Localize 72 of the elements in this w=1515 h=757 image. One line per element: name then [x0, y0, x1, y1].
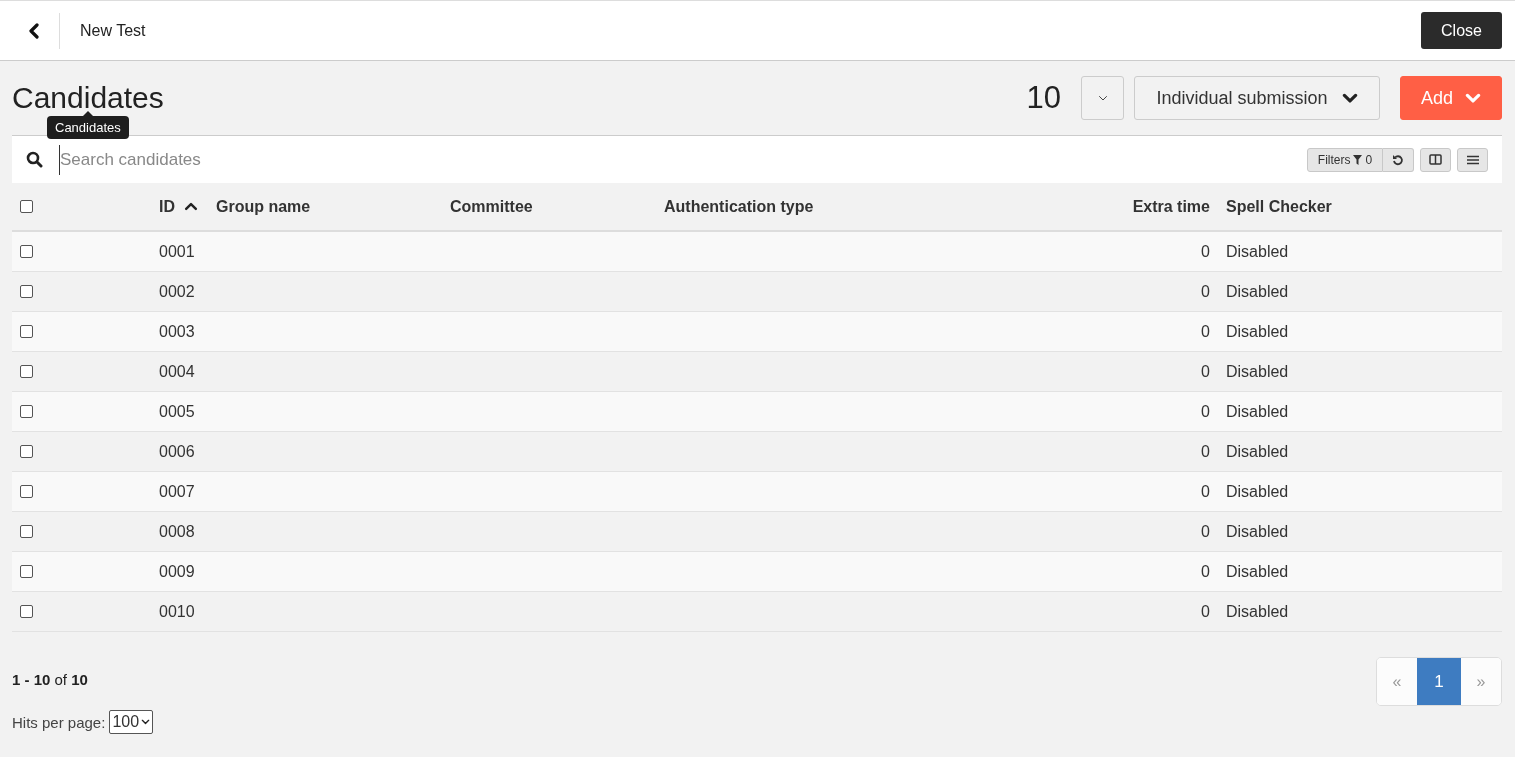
hits-per-page-select[interactable]: 100 — [109, 710, 154, 734]
checkbox[interactable] — [20, 605, 33, 618]
filters-button[interactable]: Filters 0 — [1307, 147, 1383, 172]
table-cell: 0 — [1201, 522, 1210, 541]
checkbox[interactable] — [20, 200, 33, 213]
table-cell: 0009 — [159, 562, 195, 581]
column-header[interactable]: Group name — [210, 197, 444, 216]
results-summary: 1 - 10 of 10 — [12, 671, 89, 688]
table-cell: Disabled — [1226, 362, 1289, 381]
page-title: Candidates — [12, 83, 164, 113]
table-cell: Disabled — [1226, 602, 1289, 621]
checkbox[interactable] — [20, 565, 33, 578]
chevron-down-icon — [141, 719, 151, 725]
column-header[interactable]: ID — [145, 197, 210, 216]
table-cell: 0 — [1201, 562, 1210, 581]
checkbox[interactable] — [20, 325, 33, 338]
refresh-icon — [1392, 153, 1404, 166]
page-button[interactable]: 1 — [1417, 658, 1461, 705]
table-cell: Disabled — [1226, 242, 1289, 261]
table-cell: 0003 — [159, 322, 195, 341]
table-cell: Disabled — [1226, 522, 1289, 541]
candidate-count: 10 — [1026, 80, 1061, 116]
reset-button[interactable] — [1383, 147, 1414, 172]
table-cell: 0 — [1201, 602, 1210, 621]
table-cell: 0 — [1201, 482, 1210, 501]
menu-button[interactable] — [1457, 147, 1488, 172]
page-header-title: New Test — [80, 21, 147, 40]
table-cell: 0001 — [159, 242, 195, 261]
table-cell: 0008 — [159, 522, 195, 541]
columns-button[interactable] — [1420, 147, 1451, 172]
table-cell: Disabled — [1226, 482, 1289, 501]
checkbox[interactable] — [20, 445, 33, 458]
table-cell: 0 — [1201, 242, 1210, 261]
checkbox[interactable] — [20, 365, 33, 378]
table-cell: 0 — [1201, 322, 1210, 341]
tooltip: Candidates — [47, 116, 129, 139]
hits-per-page-label: Hits per page: — [12, 713, 106, 731]
table-cell: 0006 — [159, 442, 195, 461]
table-cell: 0005 — [159, 402, 195, 421]
table-cell: 0007 — [159, 482, 195, 501]
table-cell: 0 — [1201, 402, 1210, 421]
menu-icon — [1466, 154, 1479, 165]
table-cell: Disabled — [1226, 402, 1289, 421]
table-cell: 0 — [1201, 362, 1210, 381]
column-header[interactable]: Authentication type — [658, 197, 1080, 216]
table-cell: 0010 — [159, 602, 195, 621]
submission-dropdown[interactable]: Individual submission — [1134, 76, 1380, 120]
column-header[interactable]: Spell Checker — [1216, 197, 1502, 216]
table-cell: Disabled — [1226, 282, 1289, 301]
table-cell: 0 — [1201, 442, 1210, 461]
chevron-down-icon — [1465, 92, 1481, 104]
checkbox[interactable] — [20, 485, 33, 498]
table-cell: Disabled — [1226, 322, 1289, 341]
checkbox[interactable] — [20, 525, 33, 538]
back-icon — [27, 22, 40, 39]
filter-icon — [1353, 154, 1363, 165]
search-icon — [26, 151, 43, 168]
checkbox[interactable] — [20, 405, 33, 418]
tooltip-pointer-icon — [82, 111, 93, 116]
table-cell: Disabled — [1226, 442, 1289, 461]
column-header[interactable]: Extra time — [1080, 197, 1216, 216]
checkbox[interactable] — [20, 245, 33, 258]
table-cell: Disabled — [1226, 562, 1289, 581]
table-cell: 0 — [1201, 282, 1210, 301]
column-header[interactable]: Committee — [444, 197, 658, 216]
table-cell: 0002 — [159, 282, 195, 301]
columns-icon — [1429, 154, 1442, 165]
chevron-down-icon — [1097, 94, 1108, 102]
chevron-down-icon — [1341, 92, 1358, 104]
checkbox[interactable] — [20, 285, 33, 298]
close-button[interactable]: Close — [1421, 12, 1502, 49]
table-cell: 0004 — [159, 362, 195, 381]
